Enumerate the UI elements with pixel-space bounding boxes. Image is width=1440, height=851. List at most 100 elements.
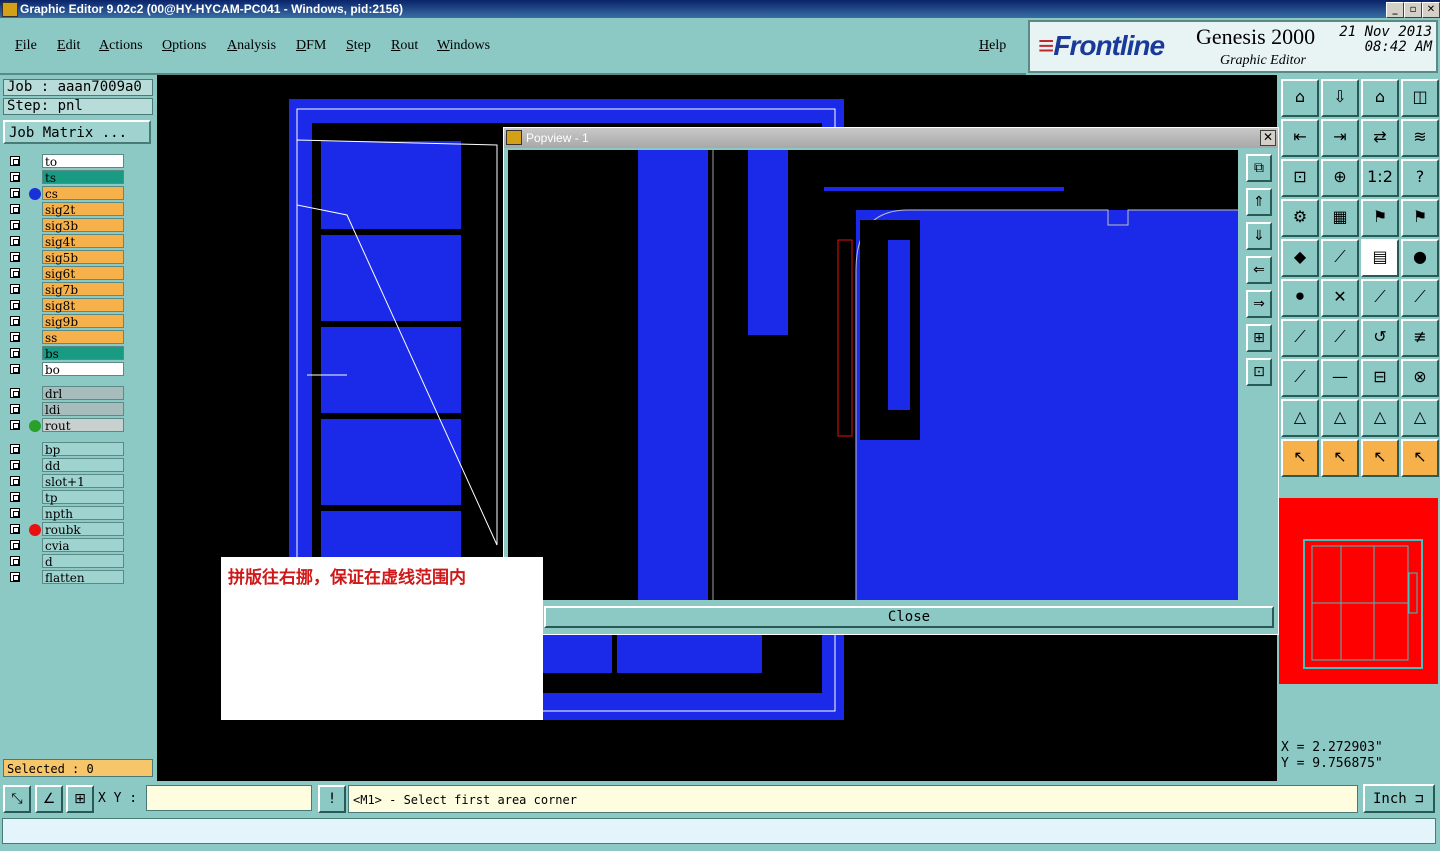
- tool-r2c1-icon[interactable]: ⊕: [1321, 159, 1359, 197]
- layer-name[interactable]: cs: [42, 186, 124, 201]
- tool-r1c0-icon[interactable]: ⇤: [1281, 119, 1319, 157]
- layer-row-sig9b[interactable]: sig9b: [7, 314, 125, 329]
- layer-checkbox[interactable]: [10, 572, 20, 582]
- layer-row-npth[interactable]: npth: [7, 506, 125, 521]
- tool-r7c2-icon[interactable]: ⊟: [1361, 359, 1399, 397]
- tool-r3c3-icon[interactable]: ⚑: [1401, 199, 1439, 237]
- menu-edit[interactable]: Edit: [57, 38, 80, 54]
- layer-row-sig7b[interactable]: sig7b: [7, 282, 125, 297]
- layer-row-d[interactable]: d: [7, 554, 125, 569]
- layer-row-tp[interactable]: tp: [7, 490, 125, 505]
- tool-r7c0-icon[interactable]: ⟋: [1281, 359, 1319, 397]
- menu-help[interactable]: Help: [979, 38, 1006, 54]
- popview-tool-2-icon[interactable]: ⇑: [1246, 188, 1272, 216]
- tool-r9c0-icon[interactable]: ↖: [1281, 439, 1319, 477]
- layer-name[interactable]: bp: [42, 442, 124, 457]
- layer-name[interactable]: sig3b: [42, 218, 124, 233]
- xy-input[interactable]: [146, 785, 312, 811]
- layer-row-drl[interactable]: drl: [7, 386, 125, 401]
- layer-checkbox[interactable]: [10, 540, 20, 550]
- tool-r7c3-icon[interactable]: ⊗: [1401, 359, 1439, 397]
- unit-selector[interactable]: Inch ⊐: [1363, 784, 1435, 813]
- layer-checkbox[interactable]: [10, 204, 20, 214]
- tool-r0c0-icon[interactable]: ⌂: [1281, 79, 1319, 117]
- layer-checkbox[interactable]: [10, 404, 20, 414]
- tool-r0c3-icon[interactable]: ◫: [1401, 79, 1439, 117]
- layer-name[interactable]: bs: [42, 346, 124, 361]
- layer-checkbox[interactable]: [10, 332, 20, 342]
- layer-name[interactable]: sig8t: [42, 298, 124, 313]
- tool-r4c2-icon[interactable]: ▤: [1361, 239, 1399, 277]
- layer-name[interactable]: tp: [42, 490, 124, 505]
- layer-checkbox[interactable]: [10, 300, 20, 310]
- layer-row-to[interactable]: to: [7, 154, 125, 169]
- layer-name[interactable]: roubk: [42, 522, 124, 537]
- layer-checkbox[interactable]: [10, 268, 20, 278]
- tool-r2c2-icon[interactable]: 1:2: [1361, 159, 1399, 197]
- popview-close-x[interactable]: ✕: [1260, 130, 1276, 146]
- layer-name[interactable]: d: [42, 554, 124, 569]
- popview-tool-5-icon[interactable]: ⇒: [1246, 290, 1272, 318]
- layer-name[interactable]: sig9b: [42, 314, 124, 329]
- layer-checkbox[interactable]: [10, 284, 20, 294]
- job-matrix-button[interactable]: Job Matrix ...: [3, 120, 151, 144]
- minimize-button[interactable]: _: [1386, 2, 1404, 18]
- tool-r3c0-icon[interactable]: ⚙: [1281, 199, 1319, 237]
- tool-r4c3-icon[interactable]: ●: [1401, 239, 1439, 277]
- layer-name[interactable]: slot+1: [42, 474, 124, 489]
- measure-icon[interactable]: ∠: [35, 785, 63, 813]
- layer-name[interactable]: to: [42, 154, 124, 169]
- layer-checkbox[interactable]: [10, 388, 20, 398]
- layer-name[interactable]: sig7b: [42, 282, 124, 297]
- layer-checkbox[interactable]: [10, 348, 20, 358]
- layer-checkbox[interactable]: [10, 188, 20, 198]
- popview-tool-4-icon[interactable]: ⇐: [1246, 256, 1272, 284]
- tool-r8c1-icon[interactable]: △: [1321, 399, 1359, 437]
- close-window-button[interactable]: ✕: [1422, 2, 1440, 18]
- layer-name[interactable]: sig6t: [42, 266, 124, 281]
- tool-r2c0-icon[interactable]: ⊡: [1281, 159, 1319, 197]
- layer-row-ldi[interactable]: ldi: [7, 402, 125, 417]
- layer-name[interactable]: ts: [42, 170, 124, 185]
- layer-name[interactable]: flatten: [42, 570, 124, 585]
- menu-windows[interactable]: Windows: [437, 38, 490, 54]
- tool-r6c0-icon[interactable]: ⟋: [1281, 319, 1319, 357]
- layer-name[interactable]: ss: [42, 330, 124, 345]
- layer-checkbox[interactable]: [10, 172, 20, 182]
- layer-name[interactable]: bo: [42, 362, 124, 377]
- layer-name[interactable]: cvia: [42, 538, 124, 553]
- layer-checkbox[interactable]: [10, 220, 20, 230]
- layer-row-ts[interactable]: ts: [7, 170, 125, 185]
- tool-r1c1-icon[interactable]: ⇥: [1321, 119, 1359, 157]
- layer-row-flatten[interactable]: flatten: [7, 570, 125, 585]
- layer-checkbox[interactable]: [10, 252, 20, 262]
- tool-r5c1-icon[interactable]: ✕: [1321, 279, 1359, 317]
- tool-r8c0-icon[interactable]: △: [1281, 399, 1319, 437]
- tool-r3c1-icon[interactable]: ▦: [1321, 199, 1359, 237]
- layer-name[interactable]: sig5b: [42, 250, 124, 265]
- layer-row-rout[interactable]: rout: [7, 418, 125, 433]
- layer-checkbox[interactable]: [10, 460, 20, 470]
- tool-r9c3-icon[interactable]: ↖: [1401, 439, 1439, 477]
- tool-r5c3-icon[interactable]: ⟋: [1401, 279, 1439, 317]
- layer-row-ss[interactable]: ss: [7, 330, 125, 345]
- layer-name[interactable]: dd: [42, 458, 124, 473]
- layer-checkbox[interactable]: [10, 508, 20, 518]
- tool-r4c0-icon[interactable]: ◆: [1281, 239, 1319, 277]
- menu-rout[interactable]: Rout: [391, 38, 418, 54]
- tool-r0c1-icon[interactable]: ⇩: [1321, 79, 1359, 117]
- layer-row-sig4t[interactable]: sig4t: [7, 234, 125, 249]
- layer-name[interactable]: ldi: [42, 402, 124, 417]
- layer-row-slot-1[interactable]: slot+1: [7, 474, 125, 489]
- layer-checkbox[interactable]: [10, 524, 20, 534]
- tool-r5c0-icon[interactable]: ⚫: [1281, 279, 1319, 317]
- popview-tool-3-icon[interactable]: ⇓: [1246, 222, 1272, 250]
- layer-row-sig8t[interactable]: sig8t: [7, 298, 125, 313]
- layer-checkbox[interactable]: [10, 156, 20, 166]
- tool-r9c1-icon[interactable]: ↖: [1321, 439, 1359, 477]
- grid-snap-icon[interactable]: ⊞: [66, 785, 94, 813]
- layer-row-bs[interactable]: bs: [7, 346, 125, 361]
- layer-row-cvia[interactable]: cvia: [7, 538, 125, 553]
- tool-r8c3-icon[interactable]: △: [1401, 399, 1439, 437]
- tool-r3c2-icon[interactable]: ⚑: [1361, 199, 1399, 237]
